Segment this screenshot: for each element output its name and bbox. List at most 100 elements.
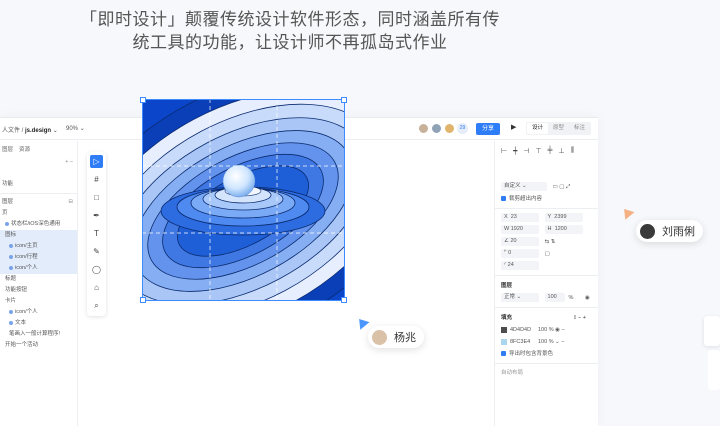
tab-prototype[interactable]: 原型 bbox=[548, 123, 569, 134]
fill-row[interactable]: 8FC3E4 100 % ⌄ − bbox=[501, 336, 592, 348]
rotation-input[interactable]: ∠ 20 bbox=[501, 237, 539, 247]
component-icon bbox=[9, 254, 13, 259]
minus-icon[interactable]: − bbox=[561, 327, 564, 333]
clip-row[interactable]: 裁剪超出内容 bbox=[501, 193, 592, 205]
layers-panel: 图层 资源 + – 功能 图层 ⊟ 页 状态栏/iOS深色通用 图标 icon/主… bbox=[0, 141, 78, 426]
align-right-icon[interactable]: ⊣ bbox=[523, 147, 529, 155]
fill-section: 填充 ⁞⁞ − + 4D4D4D 100 % ◉ − 8FC3E4 100 % ⌄ −… bbox=[495, 312, 598, 360]
layer-row[interactable]: 开始一个活动 bbox=[0, 340, 77, 351]
partial-panel bbox=[708, 350, 720, 390]
zoom-dropdown[interactable]: 90% ⌄ bbox=[66, 125, 85, 132]
layer-row[interactable]: 标题 bbox=[0, 274, 77, 285]
rect-icon[interactable]: □ bbox=[90, 191, 103, 204]
page-row[interactable]: + – bbox=[0, 157, 77, 168]
component-icon[interactable]: ⌂ bbox=[90, 281, 103, 294]
frame-icon bbox=[5, 221, 9, 226]
layer-row[interactable]: 文本 bbox=[0, 318, 77, 329]
align-center-h-icon[interactable]: ┿ bbox=[513, 147, 517, 155]
collaborator-avatars[interactable]: 29 bbox=[418, 123, 468, 134]
eye-icon[interactable]: ◉ bbox=[555, 327, 560, 333]
radius-input[interactable]: ⌜ 0 bbox=[501, 249, 539, 259]
page-row[interactable] bbox=[0, 168, 77, 179]
layer-row[interactable]: icon/主页 bbox=[0, 241, 77, 252]
file-name[interactable]: js.design bbox=[25, 128, 51, 134]
layer-row[interactable]: icon/行程 bbox=[0, 252, 77, 263]
chevron-down-icon: ⌄ bbox=[79, 126, 85, 132]
corner-row: ◜ 24 bbox=[501, 260, 592, 272]
eye-icon[interactable]: ◉ bbox=[585, 295, 590, 301]
add-page-icon[interactable]: + – bbox=[65, 157, 73, 168]
x-input[interactable]: X 23 bbox=[501, 213, 539, 223]
auto-layout-title: 自动布局 bbox=[501, 370, 524, 376]
flip-icon[interactable]: ⇆ ⇅ bbox=[545, 239, 556, 245]
blend-mode-select[interactable]: 正常 ⌄ bbox=[501, 293, 539, 303]
page-root: 「即时设计」颠覆传统设计软件形态，同时涵盖所有传 统工具的功能，让设计师不再孤岛… bbox=[0, 0, 720, 426]
layer-row[interactable]: icon/个人 bbox=[0, 307, 77, 318]
chevron-down-icon[interactable]: ⌄ bbox=[555, 339, 560, 345]
play-icon[interactable]: ▶ bbox=[511, 123, 516, 131]
height-input[interactable]: H 1200 bbox=[544, 225, 583, 235]
y-input[interactable]: Y 2399 bbox=[544, 213, 583, 223]
text-icon[interactable]: T bbox=[90, 227, 103, 240]
chevron-down-icon: ⌄ bbox=[52, 128, 58, 134]
layer-row[interactable]: 笔画入一般计算程序! bbox=[0, 329, 77, 340]
layer-row[interactable]: icon/个人 bbox=[0, 263, 77, 274]
minus-icon[interactable]: − bbox=[561, 339, 564, 345]
tab-layers[interactable]: 图层 bbox=[2, 145, 13, 153]
opacity-input[interactable]: 100 bbox=[544, 293, 565, 303]
properties-panel: ⊢ ┿ ⊣ ⊤ ╪ ⊥ ⫼ 自定义 ⌄ ▭ ▢ ⤢ 裁剪超出内容 X 23 Y … bbox=[494, 141, 598, 426]
avatar[interactable] bbox=[418, 123, 429, 134]
align-center-v-icon[interactable]: ╪ bbox=[548, 147, 553, 155]
align-bottom-icon[interactable]: ⊥ bbox=[559, 147, 565, 155]
align-top-icon[interactable]: ⊤ bbox=[535, 147, 541, 155]
collaborator-tag-1: 杨兆 bbox=[368, 326, 424, 348]
width-input[interactable]: W 1920 bbox=[501, 225, 539, 235]
tab-assets[interactable]: 资源 bbox=[19, 145, 30, 153]
collaborator-name: 杨兆 bbox=[394, 332, 416, 344]
divider bbox=[495, 363, 598, 364]
share-button[interactable]: 分享 bbox=[476, 123, 500, 135]
move-icon[interactable]: ▷ bbox=[90, 155, 103, 168]
distribute-icon[interactable]: ⫼ bbox=[571, 147, 574, 155]
comment-icon[interactable]: ◯ bbox=[90, 263, 103, 276]
layer-section-title: 图层 bbox=[501, 283, 513, 289]
device-icon[interactable]: ▭ ▢ ⤢ bbox=[553, 184, 571, 190]
search-icon[interactable]: ⌕ bbox=[90, 299, 103, 312]
export-fill-row[interactable]: 导出时包含背景色 bbox=[501, 348, 592, 360]
cursor-pointer-icon bbox=[619, 205, 635, 220]
component-icon bbox=[9, 243, 13, 248]
canvas-artboard[interactable] bbox=[142, 99, 345, 301]
collapse-icon[interactable]: ⊟ bbox=[68, 197, 73, 208]
frame-preset-select[interactable]: 自定义 ⌄ bbox=[501, 182, 547, 192]
pen-icon[interactable]: ✒ bbox=[90, 209, 103, 222]
layer-row-selected[interactable]: 图标 bbox=[0, 230, 77, 241]
color-swatch[interactable] bbox=[501, 338, 507, 345]
page-row[interactable]: 功能 bbox=[0, 179, 77, 190]
layer-row[interactable]: 状态栏/iOS深色通用 bbox=[0, 219, 77, 230]
clip-checkbox[interactable] bbox=[501, 196, 506, 202]
breadcrumb[interactable]: 人文件 / js.design ⌄ bbox=[2, 125, 58, 134]
tab-design[interactable]: 设计 bbox=[527, 123, 548, 134]
fill-controls-icon[interactable]: ⁞⁞ − + bbox=[573, 312, 586, 324]
left-panel-tabs: 图层 资源 bbox=[0, 141, 77, 157]
auto-layout-section: 自动布局 bbox=[495, 367, 598, 379]
fill-row[interactable]: 4D4D4D 100 % ◉ − bbox=[501, 324, 592, 336]
collaborator-name: 刘雨俐 bbox=[662, 226, 695, 238]
corner-input[interactable]: ◜ 24 bbox=[501, 261, 539, 271]
component-icon bbox=[9, 265, 13, 270]
layer-row[interactable]: 卡片 bbox=[0, 296, 77, 307]
avatar[interactable] bbox=[431, 123, 442, 134]
tab-inspect[interactable]: 标注 bbox=[569, 123, 590, 134]
collaborator-count-badge[interactable]: 29 bbox=[457, 123, 468, 134]
mode-switch: 设计 原型 标注 bbox=[526, 122, 591, 135]
avatar[interactable] bbox=[444, 123, 455, 134]
corner-icon[interactable]: ▢ bbox=[545, 251, 550, 257]
pencil-icon[interactable]: ✎ bbox=[90, 245, 103, 258]
align-left-icon[interactable]: ⊢ bbox=[501, 147, 507, 155]
abstract-artwork bbox=[142, 99, 345, 301]
color-swatch[interactable] bbox=[501, 326, 507, 333]
frame-icon[interactable]: # bbox=[90, 173, 103, 186]
layer-row[interactable]: 页 bbox=[0, 208, 77, 219]
layer-row[interactable]: 功能按钮 bbox=[0, 285, 77, 296]
export-fill-checkbox[interactable] bbox=[501, 351, 506, 357]
